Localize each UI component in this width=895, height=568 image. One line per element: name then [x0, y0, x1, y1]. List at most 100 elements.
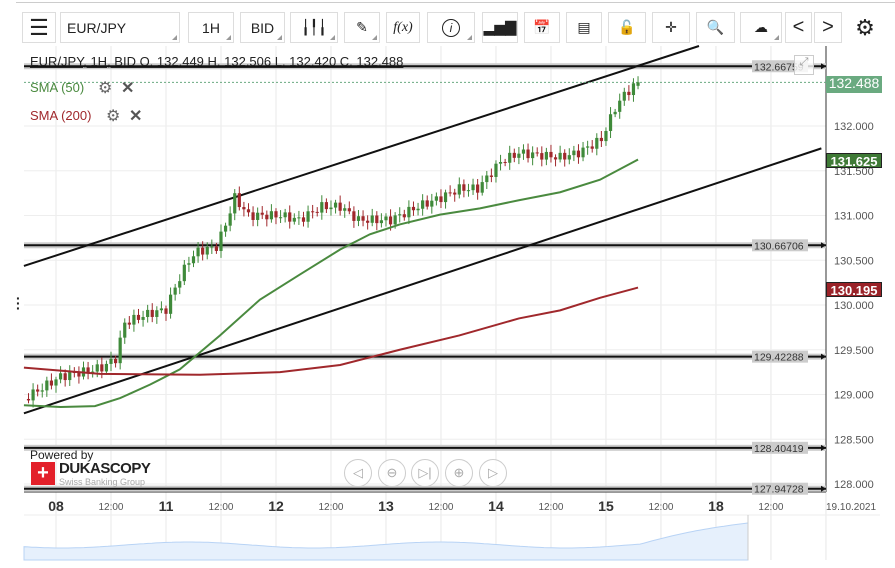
candle-body — [384, 216, 388, 221]
candle-body — [173, 287, 177, 295]
sma200-legend: SMA (200) — [30, 108, 92, 123]
candle-body — [453, 192, 457, 195]
y-tick-label: 128.000 — [834, 479, 874, 491]
candle-body — [269, 211, 274, 220]
candle-body — [553, 157, 558, 160]
candle-body — [508, 152, 512, 163]
candle-body — [123, 322, 127, 338]
candle-body — [549, 151, 553, 158]
candle-body — [439, 196, 443, 203]
x-tick-label: 15 — [598, 498, 614, 514]
dukascopy-logo-text: DUKASCOPY — [59, 460, 151, 477]
candle-body — [421, 200, 425, 209]
x-tick-label: 12 — [268, 498, 284, 514]
candle-body — [448, 192, 452, 194]
candle-body — [608, 114, 613, 131]
candle-body — [233, 193, 237, 214]
candle-body — [31, 389, 35, 401]
y-tick-label: 131.000 — [834, 211, 874, 223]
candle-body — [388, 216, 393, 225]
candle-body — [540, 153, 544, 160]
level-label: 129.42288 — [754, 352, 804, 364]
candle-body — [485, 175, 489, 183]
zoom-in-icon: ⊕ — [453, 465, 465, 480]
chart-ohlc-header: EUR/JPY, 1H, BID O. 132.449 H. 132.506 L… — [30, 54, 404, 69]
candle-body — [466, 190, 471, 192]
sma200-remove-close-icon[interactable]: ✕ — [129, 106, 142, 126]
candle-body — [425, 200, 429, 207]
candle-body — [283, 212, 287, 218]
level-label: 127.94728 — [754, 484, 804, 496]
candle-body — [68, 372, 72, 381]
x-tick-label: 19.10.2021 — [826, 502, 876, 513]
candle-body — [613, 111, 617, 115]
candle-body — [407, 206, 411, 218]
candle-body — [512, 152, 516, 158]
candle-body — [517, 153, 521, 158]
candle-body — [590, 146, 594, 149]
candle-body — [45, 380, 49, 391]
candle-body — [49, 380, 54, 386]
pan-left-button[interactable]: ◁ — [344, 459, 372, 487]
sma50-legend: SMA (50) — [30, 80, 85, 95]
candle-body — [402, 214, 406, 218]
candle-body — [471, 184, 475, 191]
candle-body — [563, 152, 567, 160]
candle-body — [113, 358, 118, 364]
candle-body — [278, 217, 283, 219]
candle-body — [150, 309, 154, 317]
candle-body — [462, 184, 466, 191]
candle-body — [333, 202, 338, 208]
candle-body — [586, 146, 590, 148]
sma50-settings-gear-icon[interactable]: ⚙ — [98, 78, 112, 98]
candle-body — [311, 211, 315, 213]
x-tick-label: 11 — [159, 498, 174, 514]
candle-body — [288, 212, 292, 222]
candle-body — [361, 216, 365, 221]
candle-body — [604, 130, 608, 142]
candle-body — [63, 373, 67, 381]
resize-handle[interactable]: · · · — [16, 291, 21, 315]
candle-body — [320, 202, 324, 213]
candle-body — [36, 389, 40, 392]
candle-body — [375, 215, 379, 224]
plot-area — [24, 46, 826, 492]
candle-body — [242, 207, 246, 210]
candle-body — [430, 200, 434, 207]
candle-body — [622, 91, 626, 101]
candle-body — [572, 150, 576, 156]
sma200-settings-gear-icon[interactable]: ⚙ — [106, 106, 120, 126]
candle-body — [301, 217, 306, 222]
candle-body — [324, 202, 328, 210]
candle-body — [246, 209, 251, 213]
sma50-price-label: 131.625 — [826, 153, 882, 169]
candle-body — [214, 246, 219, 251]
sma50-remove-close-icon[interactable]: ✕ — [121, 78, 134, 98]
candle-body — [164, 308, 168, 314]
candle-body — [159, 308, 164, 311]
candle-body — [393, 215, 397, 225]
candle-body — [118, 337, 122, 364]
candle-body — [576, 150, 581, 158]
go-to-latest-button[interactable]: ▷| — [411, 459, 439, 487]
candle-body — [274, 211, 278, 218]
candle-body — [201, 247, 205, 255]
y-tick-label: 129.500 — [834, 345, 874, 357]
zoom-out-button[interactable]: ⊖ — [378, 459, 406, 487]
candle-body — [416, 208, 420, 211]
candle-body — [306, 211, 310, 222]
expand-icon[interactable]: ⤢ — [794, 55, 814, 75]
x-tick-label: 12:00 — [538, 502, 563, 513]
pan-right-button[interactable]: ▷ — [479, 459, 507, 487]
x-tick-label: 13 — [378, 498, 394, 514]
candle-body — [95, 364, 99, 372]
y-tick-label: 132.000 — [834, 121, 874, 133]
candle-body — [338, 202, 342, 211]
candle-body — [434, 196, 438, 201]
sma200-price-label: 130.195 — [826, 282, 882, 298]
candle-body — [219, 231, 223, 251]
triangle-right-icon: ▷ — [488, 465, 498, 480]
candle-body — [155, 310, 159, 317]
candle-body — [352, 211, 356, 221]
zoom-in-button[interactable]: ⊕ — [445, 459, 473, 487]
